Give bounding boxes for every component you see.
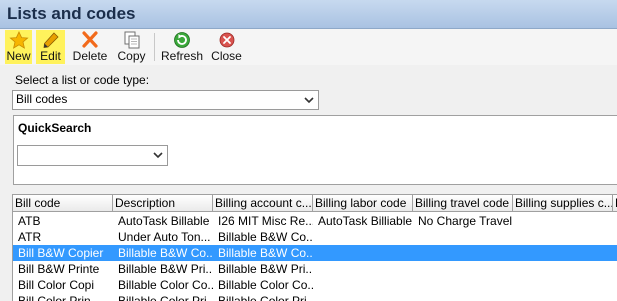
table-cell [413, 245, 513, 261]
column-header[interactable]: Billing labor code [313, 195, 413, 212]
table-cell: ATR [18, 230, 42, 244]
copy-label: Copy [117, 49, 146, 63]
grid-header: Bill code Description Billing account c.… [13, 195, 617, 212]
table-cell [513, 229, 613, 245]
table-cell [413, 277, 513, 293]
refresh-label: Refresh [160, 49, 204, 63]
window-titlebar: Lists and codes [0, 0, 617, 29]
list-type-select[interactable]: Bill codes [12, 90, 319, 110]
table-cell: Billable B&W Co... [218, 230, 313, 244]
table-cell: Bill B&W Copier [18, 246, 104, 260]
column-header[interactable]: Billing account c... [213, 195, 313, 212]
chevron-down-icon [304, 97, 314, 104]
delete-label: Delete [72, 49, 108, 63]
edit-label: Edit [40, 49, 61, 63]
table-cell: Billable B&W Pri... [218, 262, 313, 276]
column-header[interactable]: Description [113, 195, 213, 212]
table-cell: Bill B&W Printe [18, 262, 100, 276]
chevron-down-icon [153, 152, 163, 159]
table-row[interactable]: ATR Under Auto Ton... Billable B&W Co... [13, 229, 617, 245]
quicksearch-select[interactable] [17, 145, 168, 166]
table-cell [413, 261, 513, 277]
table-cell: I26 MIT Misc Re... [218, 214, 313, 228]
copy-icon [124, 31, 139, 49]
table-row[interactable]: Bill B&W Printe Billable B&W Pri... Bill… [13, 261, 617, 277]
table-row[interactable]: ATB AutoTask Billable I26 MIT Misc Re...… [13, 213, 617, 229]
table-cell: Bill Color Prin [18, 294, 91, 301]
table-row[interactable]: Bill Color Copi Billable Color Co... Bil… [13, 277, 617, 293]
refresh-button[interactable]: Refresh [160, 30, 204, 64]
star-icon [8, 31, 29, 49]
table-cell: Billable Color Co... [118, 278, 213, 292]
close-button[interactable]: Close [209, 30, 244, 64]
window-title: Lists and codes [7, 4, 136, 23]
table-row-selected[interactable]: Bill B&W Copier Billable B&W Co... Billa… [13, 245, 617, 261]
table-cell [413, 293, 513, 301]
copy-button[interactable]: Copy [115, 30, 148, 64]
table-cell [513, 245, 613, 261]
refresh-icon [174, 32, 190, 48]
table-cell [513, 293, 613, 301]
table-cell: AutoTask Billiable [318, 214, 413, 228]
table-cell: Billable B&W Co... [218, 246, 313, 260]
table-cell: No Charge Travel [418, 214, 513, 228]
table-cell [513, 213, 613, 229]
table-row[interactable]: Bill Color Prin Billable Color Pri... Bi… [13, 293, 617, 301]
toolbar: New Edit Delete Copy Refresh Close [0, 29, 617, 65]
toolbar-separator [154, 33, 155, 61]
list-type-label: Select a list or code type: [15, 73, 150, 87]
new-label: New [6, 49, 31, 63]
table-cell: Billable Color Pri... [118, 294, 213, 301]
table-cell [413, 229, 513, 245]
table-cell [313, 293, 413, 301]
pencil-icon [43, 32, 59, 48]
column-header[interactable]: B [613, 195, 617, 212]
column-header[interactable]: Billing travel code [413, 195, 513, 212]
table-cell [313, 245, 413, 261]
column-header[interactable]: Billing supplies c... [513, 195, 613, 212]
table-cell [313, 277, 413, 293]
table-cell: Under Auto Ton... [118, 230, 211, 244]
delete-x-icon [82, 31, 98, 48]
table-cell [513, 277, 613, 293]
table-cell: Billable B&W Co... [118, 246, 213, 260]
table-cell: Billable B&W Pri... [118, 262, 213, 276]
table-cell: AutoTask Billable [118, 214, 210, 228]
edit-button[interactable]: Edit [36, 30, 65, 64]
table-cell [313, 229, 413, 245]
table-cell: ATB [18, 214, 41, 228]
table-cell [513, 261, 613, 277]
table-cell: Billable Color Co... [218, 278, 313, 292]
close-icon [219, 32, 234, 48]
table-cell: Bill Color Copi [18, 278, 95, 292]
table-cell [313, 261, 413, 277]
bill-codes-grid: Bill code Description Billing account c.… [12, 194, 617, 301]
table-cell: Billable Color Pri... [218, 294, 313, 301]
list-type-value: Bill codes [16, 92, 68, 106]
close-label: Close [211, 49, 242, 63]
new-button[interactable]: New [5, 30, 32, 64]
column-header[interactable]: Bill code [13, 195, 113, 212]
quicksearch-title: QuickSearch [18, 121, 92, 135]
delete-button[interactable]: Delete [70, 30, 110, 64]
